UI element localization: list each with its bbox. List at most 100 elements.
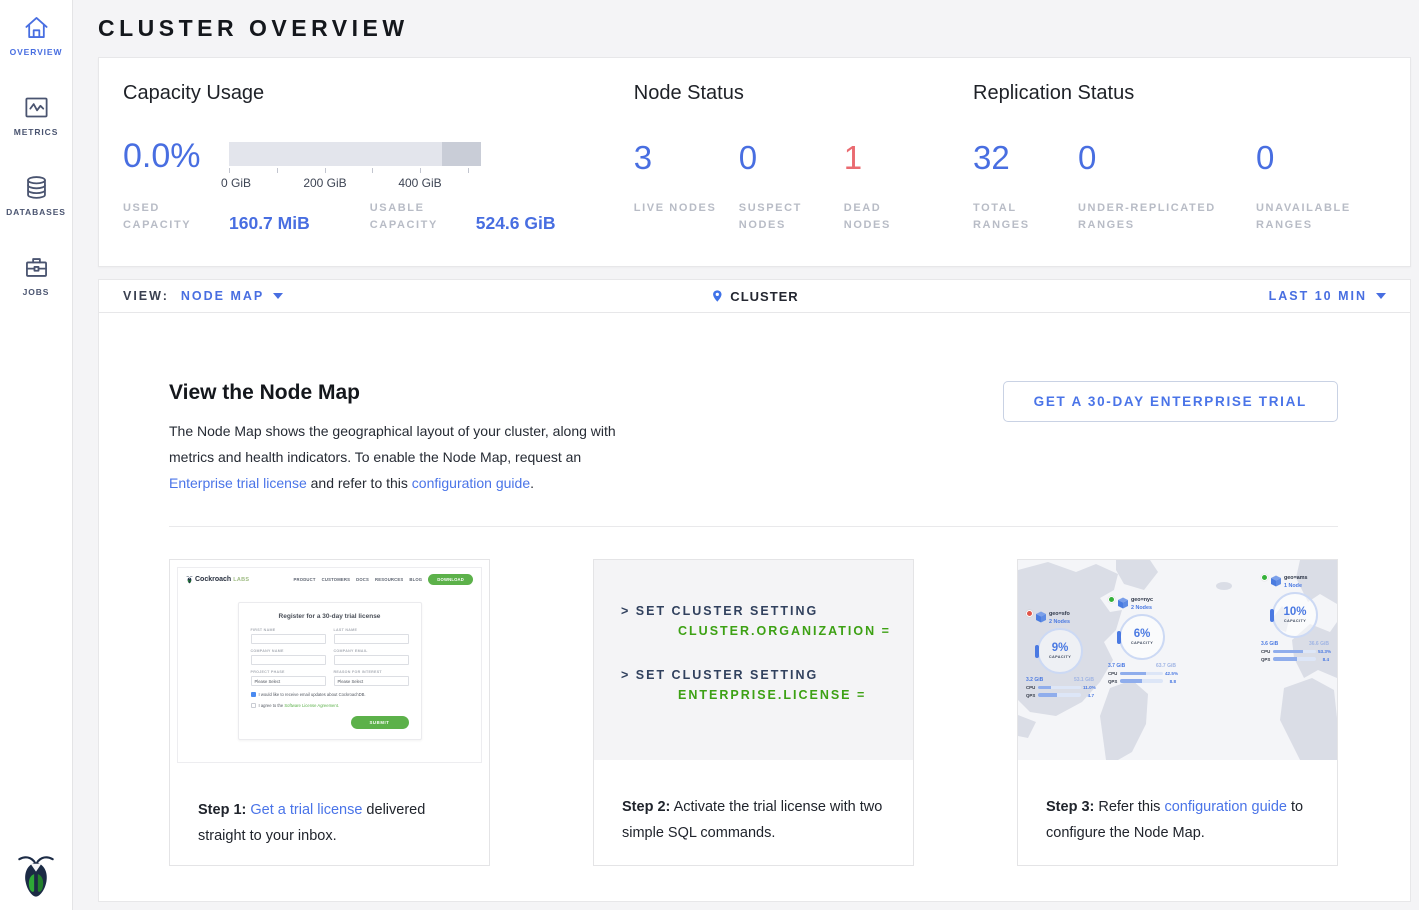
node-count: 1 Node [1284, 583, 1308, 589]
trial-registration-form: Register for a 30-day trial license FIRS… [238, 602, 422, 740]
capacity-gauge-bar [229, 142, 481, 166]
dead-nodes-stat: 1 DEAD NODES [844, 141, 949, 234]
stat-value: 0 [739, 141, 844, 174]
enterprise-trial-license-link[interactable]: Enterprise trial license [169, 475, 307, 491]
qps-bar [1038, 693, 1081, 697]
stat-label: DEAD NODES [844, 200, 949, 234]
capacity-usage-title: Capacity Usage [123, 82, 634, 105]
mini-site-nav: PRODUCT CUSTOMERS DOCS RESOURCES BLOG DO… [294, 574, 473, 585]
sidebar-item-jobs[interactable]: JOBS [0, 240, 72, 320]
step1-card: Cockroach LABS PRODUCT CUSTOMERS DOCS RE… [169, 559, 490, 866]
map-node-ams: geo=ams 1 Node 10% CAPACITY 3.6 GiB36.6 … [1261, 574, 1329, 662]
stat-value: 1 [844, 141, 949, 174]
qps-bar [1120, 679, 1163, 683]
mini-field-label: PROJECT PHASE [251, 670, 326, 674]
chevron-down-icon [273, 293, 283, 299]
sql-commands-illustration: > SET CLUSTER SETTING CLUSTER.ORGANIZATI… [594, 560, 913, 760]
configuration-guide-link[interactable]: configuration guide [412, 475, 530, 491]
sidebar-item-overview[interactable]: OVERVIEW [0, 0, 72, 80]
node-count: 2 Nodes [1131, 605, 1153, 611]
mini-checkbox-checked [251, 692, 256, 697]
sidebar: OVERVIEW METRICS DATABASES JOBS [0, 0, 73, 910]
node-map-illustration: geo=sfo 2 Nodes 9% CAPACITY 3.2 GiB53.1 … [1018, 560, 1337, 760]
capacity-used-percent: 0.0% [123, 139, 229, 173]
mini-download-button: DOWNLOAD [428, 574, 473, 585]
stat-value: 3 [634, 141, 739, 174]
capacity-ring-marker [1117, 631, 1121, 644]
node-cube-icon [1035, 611, 1047, 623]
mini-nav-item: CUSTOMERS [322, 577, 350, 582]
suspect-nodes-stat: 0 SUSPECT NODES [739, 141, 844, 234]
cpu-value: 42.5% [1165, 671, 1176, 676]
used-capacity-value: 160.7 MiB [229, 213, 310, 234]
stat-value: 32 [973, 141, 1078, 174]
cockroach-labs-mini-logo: Cockroach LABS [186, 575, 249, 584]
cpu-value: 11.0% [1083, 685, 1094, 690]
replication-status-section: Replication Status 32 TOTAL RANGES 0 UND… [973, 82, 1386, 242]
live-nodes-stat: 3 LIVE NODES [634, 141, 739, 234]
mini-text-input [251, 655, 326, 665]
step1-caption: Step 1: Get a trial license delivered st… [198, 797, 461, 849]
breadcrumb-cluster: CLUSTER [710, 288, 798, 304]
mini-field-label: COMPANY NAME [251, 649, 326, 653]
qps-value: 4.7 [1083, 693, 1094, 698]
step2-caption: Step 2: Activate the trial license with … [622, 794, 885, 846]
metrics-icon [23, 94, 50, 121]
usable-capacity-value: 524.6 GiB [476, 213, 556, 234]
nodemap-heading: View the Node Map [169, 381, 631, 405]
capacity-ring: 10% CAPACITY [1272, 592, 1318, 638]
mini-field-label: FIRST NAME [251, 628, 326, 632]
usable-capacity-label: USABLE CAPACITY [370, 200, 450, 234]
capacity-ring: 9% CAPACITY [1037, 628, 1083, 674]
sidebar-item-label: JOBS [23, 287, 50, 297]
node-map-view-dropdown[interactable]: NODE MAP [181, 289, 283, 303]
mini-text-input [334, 634, 409, 644]
capacity-percent: 6% [1134, 628, 1151, 640]
section-divider [169, 526, 1338, 527]
capacity-used: 3.7 GiB [1108, 663, 1125, 669]
map-node-nyc: geo=nyc 2 Nodes 6% CAPACITY 3.7 GiB63.7 … [1108, 596, 1176, 684]
view-label: VIEW: [123, 289, 169, 303]
step3-card: geo=sfo 2 Nodes 9% CAPACITY 3.2 GiB53.1 … [1017, 559, 1338, 866]
node-map-panel: View the Node Map The Node Map shows the… [98, 313, 1411, 902]
stat-label: SUSPECT NODES [739, 200, 844, 234]
mini-checkbox-label: I agree to the Software License Agreemen… [259, 703, 340, 708]
tick-label: 200 GiB [303, 176, 346, 190]
replication-status-title: Replication Status [973, 82, 1386, 105]
mini-submit-button: SUBMIT [351, 716, 409, 729]
node-status-section: Node Status 3 LIVE NODES 0 SUSPECT NODES… [634, 82, 973, 242]
sql-setting: ENTERPRISE.LICENSE = [678, 688, 913, 702]
get-trial-license-link[interactable]: Get a trial license [250, 802, 362, 818]
qps-bar [1273, 657, 1316, 661]
mini-nav-item: RESOURCES [375, 577, 403, 582]
node-cube-icon [1270, 575, 1282, 587]
mini-field-label: REASON FOR INTEREST [334, 670, 409, 674]
cluster-label: CLUSTER [730, 289, 798, 304]
mini-select: Please Select [251, 676, 326, 686]
sidebar-item-label: DATABASES [6, 207, 66, 217]
time-range-dropdown[interactable]: LAST 10 MIN [1269, 289, 1386, 303]
sidebar-item-metrics[interactable]: METRICS [0, 80, 72, 160]
step3-caption: Step 3: Refer this configuration guide t… [1046, 794, 1309, 846]
used-capacity-label: USED CAPACITY [123, 200, 203, 234]
mini-checkbox [251, 703, 256, 708]
capacity-ring: 6% CAPACITY [1119, 614, 1165, 660]
mini-checkbox-label: I would like to receive email updates ab… [259, 692, 366, 697]
configuration-guide-link[interactable]: configuration guide [1164, 799, 1287, 815]
mini-form-title: Register for a 30-day trial license [251, 613, 409, 620]
capacity-ring-marker [1270, 609, 1274, 622]
status-dot-live [1108, 596, 1115, 603]
cpu-bar [1120, 672, 1163, 676]
enterprise-trial-button[interactable]: GET A 30-DAY ENTERPRISE TRIAL [1003, 381, 1338, 422]
home-icon [23, 14, 50, 41]
stat-label: UNDER-REPLICATED RANGES [1078, 200, 1256, 234]
sql-prompt: > SET CLUSTER SETTING [621, 604, 913, 618]
mini-nav-item: DOCS [356, 577, 369, 582]
status-dot-dead [1026, 610, 1033, 617]
cockroach-logo [16, 850, 56, 900]
capacity-percent: 10% [1283, 606, 1306, 618]
node-cube-icon [1117, 597, 1129, 609]
chevron-down-icon [1376, 293, 1386, 299]
sidebar-item-databases[interactable]: DATABASES [0, 160, 72, 240]
stat-label: UNAVAILABLE RANGES [1256, 200, 1386, 234]
